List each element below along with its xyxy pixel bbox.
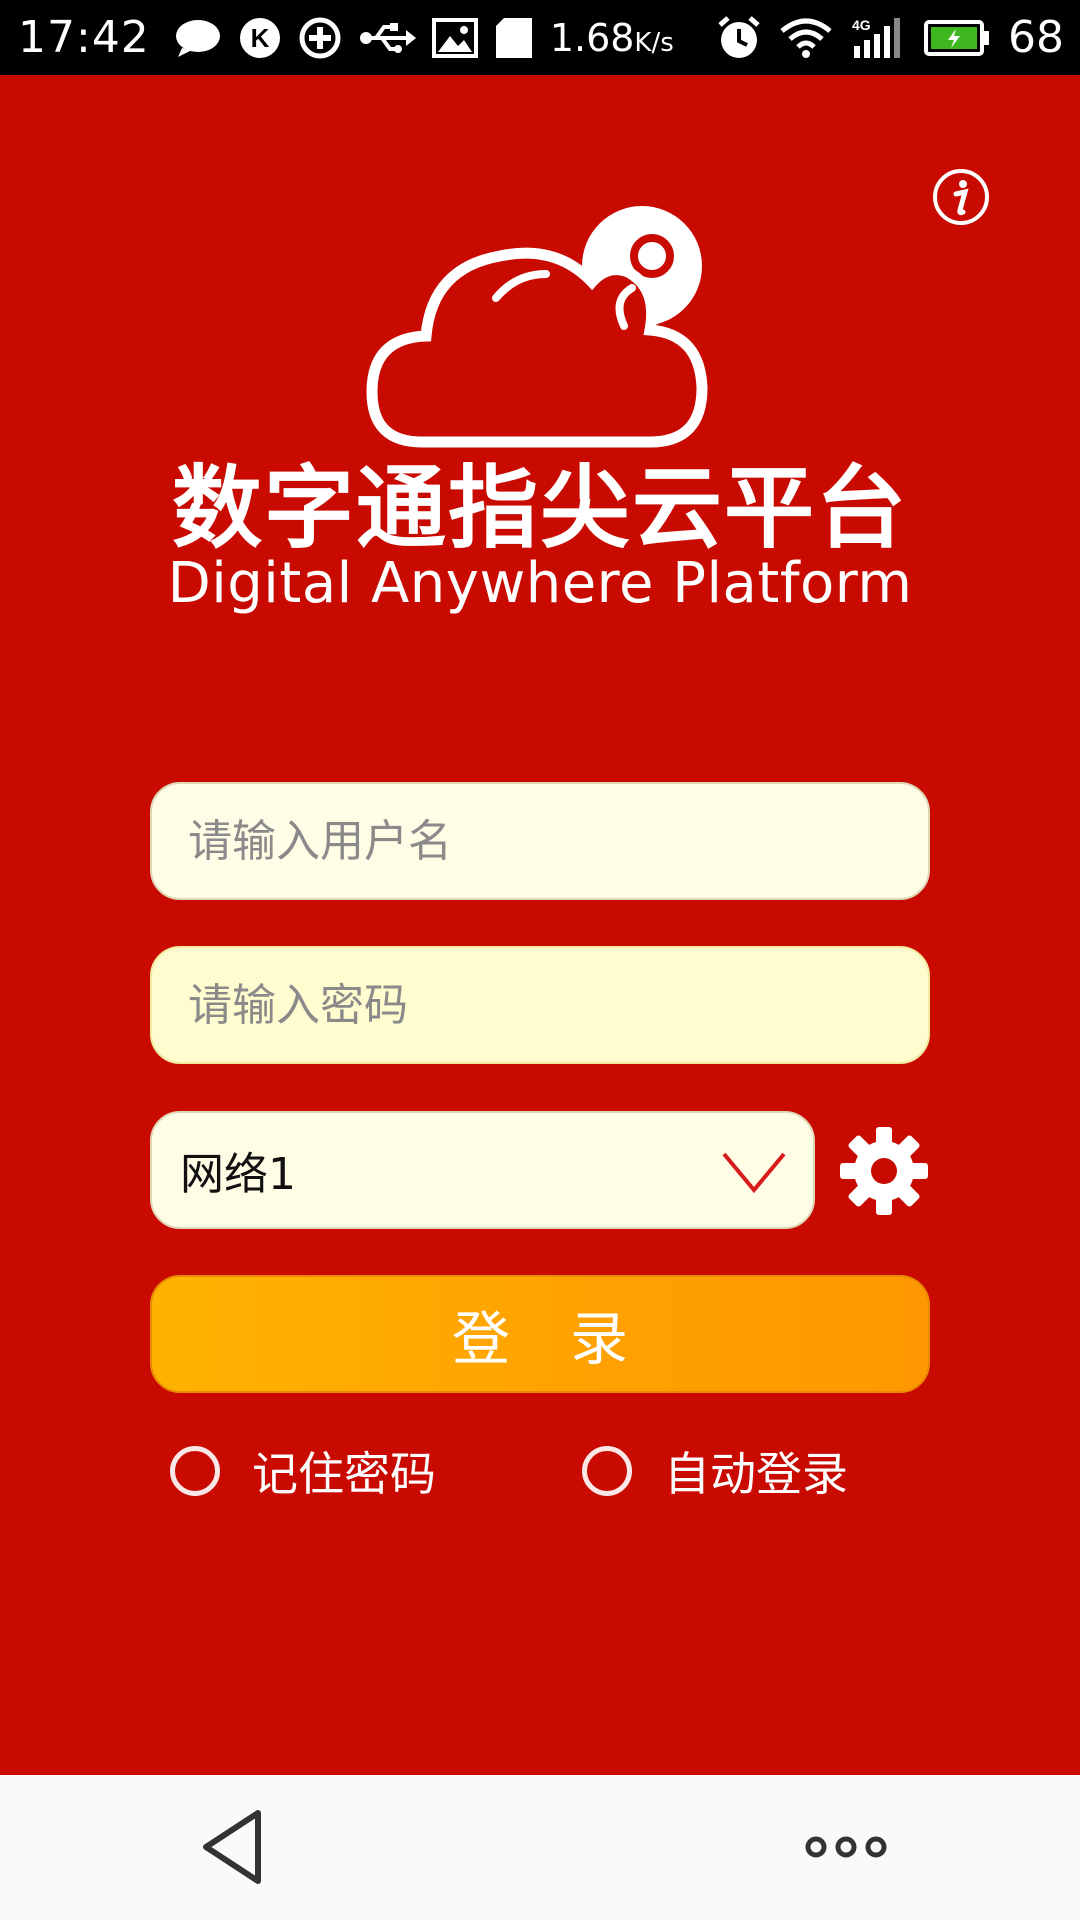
message-icon <box>175 19 220 57</box>
more-dots-icon[interactable] <box>804 1829 888 1865</box>
status-bar-left: 17:42 K 1.68K/s <box>18 0 674 75</box>
alarm-icon <box>718 15 760 58</box>
auto-login-label: 自动登录 <box>664 1447 848 1501</box>
brand-title-cn: 数字通指尖云平台 <box>172 456 908 561</box>
battery-level: 68 <box>1008 12 1064 63</box>
battery-icon <box>924 19 989 56</box>
auto-login-option[interactable]: 自动登录 <box>582 1441 848 1501</box>
navigation-bar <box>0 1775 1080 1920</box>
password-field[interactable] <box>150 946 930 1064</box>
net-speed: 1.68K/s <box>550 16 674 60</box>
network-type-label: 4G <box>852 17 871 33</box>
username-field[interactable] <box>150 782 930 900</box>
network-select[interactable]: 网络1 <box>150 1111 815 1229</box>
usb-icon <box>359 22 416 53</box>
login-screen: 数字通指尖云平台 Digital Anywhere Platform 网络1 登… <box>0 75 1080 1775</box>
cloud-logo-icon <box>366 206 708 448</box>
status-bar-right: 4G 68 <box>716 0 1064 75</box>
sync-icon <box>299 17 341 58</box>
net-speed-unit: K/s <box>634 27 674 58</box>
network-selected-value: 网络1 <box>180 1149 296 1200</box>
back-triangle-icon[interactable] <box>198 1807 264 1887</box>
status-bar: 17:42 K 1.68K/s 4G 68 <box>0 0 1080 75</box>
image-icon <box>431 17 478 58</box>
login-button[interactable]: 登录 <box>150 1275 930 1393</box>
remember-password-label: 记住密码 <box>252 1447 436 1501</box>
brand-title-en: Digital Anywhere Platform <box>167 551 913 616</box>
k-app-icon: K <box>239 17 280 58</box>
svg-text:K: K <box>250 23 269 53</box>
net-speed-value: 1.68 <box>549 15 635 60</box>
auto-login-radio[interactable] <box>582 1446 632 1496</box>
remember-password-radio[interactable] <box>170 1446 220 1496</box>
status-time: 17:42 <box>18 12 150 63</box>
sd-card-icon <box>495 17 532 58</box>
gear-icon[interactable] <box>838 1125 930 1217</box>
password-input[interactable] <box>152 948 928 1062</box>
info-icon[interactable] <box>932 168 990 226</box>
remember-password-option[interactable]: 记住密码 <box>170 1441 436 1501</box>
username-input[interactable] <box>152 784 928 898</box>
chevron-down-icon <box>722 1152 786 1194</box>
cellular-signal-icon: 4G <box>852 17 900 58</box>
wifi-icon <box>780 18 832 58</box>
